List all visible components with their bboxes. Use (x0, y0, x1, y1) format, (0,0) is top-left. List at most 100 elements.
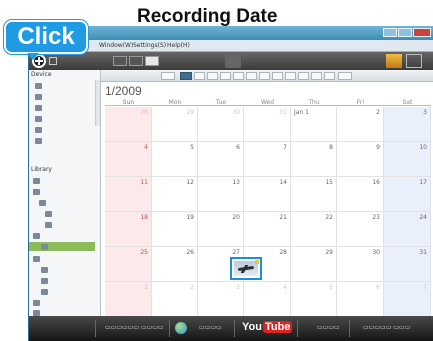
calendar-day-cell[interactable]: 15 (291, 177, 337, 212)
view-calendar-button[interactable] (145, 56, 159, 66)
dropdown-icon[interactable] (49, 57, 57, 65)
calendar-day-cell[interactable]: 5 (291, 282, 337, 317)
library-item[interactable] (41, 287, 48, 296)
sidebar-scrollbar[interactable] (95, 80, 100, 126)
calendar-day-cell[interactable]: 6 (337, 282, 384, 317)
view-list-button[interactable] (113, 56, 127, 66)
menu-help[interactable]: Help(H) (167, 42, 190, 49)
library-item[interactable] (33, 187, 40, 196)
calendar-day-cell[interactable]: 29 (152, 107, 198, 142)
toolbar (29, 52, 433, 70)
calendar-day-cell[interactable]: 3 (198, 282, 244, 317)
calendar-day-cell[interactable]: 23 (337, 212, 384, 247)
video-thumbnail[interactable] (230, 257, 262, 280)
calendar-view: 1/2009 Sun Mon Tue Wed Thu Fri Sat 28 29 3… (101, 70, 433, 317)
maximize-button[interactable] (398, 28, 412, 37)
month-button-1[interactable] (180, 72, 192, 80)
calendar-day-cell[interactable]: 20 (198, 212, 244, 247)
calendar-day-cell[interactable]: 7 (244, 142, 291, 177)
calendar-day-cell[interactable]: 12 (152, 177, 198, 212)
calendar-day-cell[interactable]: 5 (152, 142, 198, 177)
device-item[interactable] (35, 125, 42, 134)
calendar-day-cell[interactable]: 29 (291, 247, 337, 282)
calendar-day-cell[interactable]: 4 (105, 142, 152, 177)
calendar-day-cell[interactable]: 11 (105, 177, 152, 212)
month-button[interactable] (324, 72, 335, 80)
gallery-icon[interactable] (386, 54, 402, 68)
calendar-day-cell[interactable]: 13 (198, 177, 244, 212)
sort-icon[interactable] (406, 54, 422, 68)
calendar-day-cell[interactable]: 31 (244, 107, 291, 142)
month-button[interactable] (298, 72, 309, 80)
calendar-day-cell[interactable]: 28 (105, 107, 152, 142)
calendar-day-cell[interactable]: 7 (384, 282, 431, 317)
calendar-day-cell[interactable]: 17 (384, 177, 431, 212)
device-item[interactable] (35, 92, 42, 101)
month-button[interactable] (246, 72, 257, 80)
month-button[interactable] (311, 72, 322, 80)
library-item[interactable] (33, 308, 40, 316)
disc-icon[interactable] (225, 54, 241, 68)
month-button[interactable] (272, 72, 283, 80)
calendar-day-cell[interactable]: 30 (198, 107, 244, 142)
calendar-day-cell[interactable]: 18 (105, 212, 152, 247)
create-button[interactable]: ▭▭▭▭▭ ▭▭▭ (363, 324, 410, 331)
youtube-button[interactable]: You Tube (242, 321, 293, 333)
calendar-day-cell[interactable]: 21 (244, 212, 291, 247)
calendar-day-cell[interactable]: 2 (152, 282, 198, 317)
calendar-day-cell[interactable]: 30 (337, 247, 384, 282)
menu-window[interactable]: Window(W) (99, 42, 133, 49)
export-button[interactable]: ▭▭▭▭ (317, 324, 340, 331)
star-icon (33, 299, 40, 306)
globe-icon[interactable] (175, 322, 187, 334)
minimize-button[interactable] (383, 28, 397, 37)
library-item[interactable] (45, 209, 52, 218)
calendar-day-cell[interactable]: 26 (152, 247, 198, 282)
divider (95, 320, 96, 337)
calendar-day-cell[interactable]: 6 (198, 142, 244, 177)
library-item[interactable] (39, 198, 46, 207)
calendar-day-cell[interactable]: 8 (291, 142, 337, 177)
library-item[interactable] (33, 254, 40, 263)
calendar-day-cell[interactable]: 2 (337, 107, 384, 142)
view-grid-button[interactable] (129, 56, 143, 66)
create-disc-button[interactable]: ▭▭▭▭▭▭ ▭▭▭▭ (105, 324, 164, 331)
month-button[interactable] (194, 72, 205, 80)
calendar-day-cell[interactable]: 22 (291, 212, 337, 247)
library-item[interactable] (41, 276, 48, 285)
calendar-day-cell[interactable]: 31 (384, 247, 431, 282)
calendar-day-cell[interactable]: 16 (337, 177, 384, 212)
calendar-day-cell[interactable]: Jan 1 (291, 107, 337, 142)
library-item[interactable] (45, 220, 52, 229)
day-number: 27 (232, 249, 240, 256)
library-item-selected[interactable] (29, 242, 95, 251)
next-year-button[interactable] (338, 72, 352, 80)
close-button[interactable] (413, 28, 431, 37)
month-button[interactable] (220, 72, 231, 80)
calendar-day-cell[interactable]: 1 (105, 282, 152, 317)
upload-button[interactable]: ▭▭▭▭ (199, 324, 222, 331)
weekday-header: Wed (244, 99, 291, 106)
library-item[interactable] (33, 231, 40, 240)
calendar-day-cell[interactable]: 10 (384, 142, 431, 177)
calendar-day-cell[interactable]: 25 (105, 247, 152, 282)
month-button[interactable] (259, 72, 270, 80)
calendar-day-cell[interactable]: 4 (244, 282, 291, 317)
calendar-day-cell[interactable]: 3 (384, 107, 431, 142)
menu-settings[interactable]: Settings(S) (133, 42, 166, 49)
calendar-day-cell[interactable]: 14 (244, 177, 291, 212)
device-item[interactable] (35, 136, 42, 145)
month-button[interactable] (285, 72, 296, 80)
calendar-day-cell[interactable]: 9 (337, 142, 384, 177)
library-item[interactable] (33, 176, 40, 185)
device-item[interactable] (35, 103, 42, 112)
calendar-day-cell[interactable]: 19 (152, 212, 198, 247)
device-item[interactable] (35, 114, 42, 123)
prev-year-button[interactable] (161, 72, 175, 80)
month-button[interactable] (233, 72, 244, 80)
library-item[interactable] (41, 265, 48, 274)
device-item[interactable] (35, 81, 42, 90)
month-button[interactable] (207, 72, 218, 80)
library-item[interactable] (33, 298, 40, 307)
calendar-day-cell[interactable]: 24 (384, 212, 431, 247)
